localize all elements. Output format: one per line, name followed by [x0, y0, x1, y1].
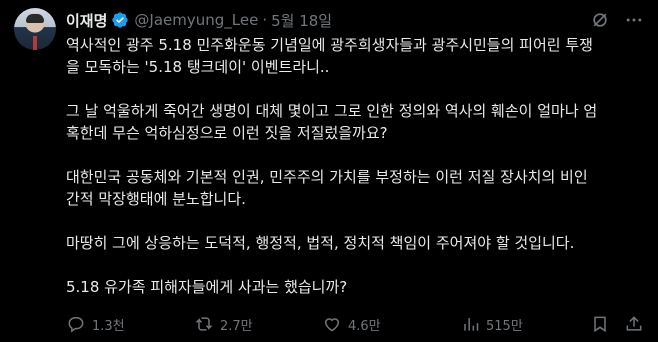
separator-dot: ·: [262, 11, 268, 29]
tweet-date[interactable]: 5월 18일: [271, 10, 332, 31]
retweet-button[interactable]: 2.7만: [194, 314, 253, 334]
more-icon[interactable]: [624, 10, 644, 34]
tweet-paragraph: 역사적인 광주 5.18 민주화운동 기념일에 광주희생자들과 광주시민들의 피…: [66, 36, 593, 76]
tweet-text: 역사적인 광주 5.18 민주화운동 기념일에 광주희생자들과 광주시민들의 피…: [66, 34, 646, 320]
views-button[interactable]: 515만: [460, 314, 523, 334]
avatar[interactable]: [14, 8, 56, 50]
views-count: 515만: [486, 318, 523, 334]
action-bar: 1.3천 2.7만 4.6만 515만: [66, 314, 644, 336]
tweet-header: 이재명 @Jaemyung_Lee · 5월 18일: [66, 9, 332, 31]
reply-icon: [68, 317, 84, 333]
tweet-paragraph: 대한민국 공동체와 기본적 인권, 민주주의 가치를 부정하는 이런 저질 장사…: [66, 168, 588, 208]
tweet-paragraph: 5.18 유가족 피해자들에게 사과는 했습니까?: [66, 278, 348, 296]
verified-badge-icon: [111, 11, 129, 29]
share-icon: [626, 316, 642, 331]
author-handle[interactable]: @Jaemyung_Lee: [134, 11, 258, 29]
reply-button[interactable]: 1.3천: [66, 314, 125, 334]
avatar-tie: [33, 36, 37, 50]
top-right-icons: [590, 10, 644, 34]
avatar-hair: [26, 14, 44, 23]
tweet-paragraph: 그 날 억울하게 죽어간 생명이 대체 몇이고 그로 인한 정의와 역사의 훼손…: [66, 102, 598, 142]
retweet-count: 2.7만: [220, 318, 253, 334]
views-icon: [464, 318, 479, 331]
like-button[interactable]: 4.6만: [322, 314, 381, 334]
like-count: 4.6만: [348, 318, 381, 334]
grok-icon[interactable]: [590, 10, 610, 34]
reply-count: 1.3천: [92, 318, 125, 334]
tweet-paragraph: 마땅히 그에 상응하는 도덕적, 행정적, 법적, 정치적 책임이 주어져야 할…: [66, 234, 575, 252]
bookmark-icon: [594, 316, 606, 333]
retweet-icon: [195, 317, 213, 331]
share-button[interactable]: [624, 314, 650, 334]
bookmark-button[interactable]: [590, 314, 616, 334]
heart-icon: [324, 318, 340, 332]
author-name[interactable]: 이재명: [66, 10, 107, 31]
